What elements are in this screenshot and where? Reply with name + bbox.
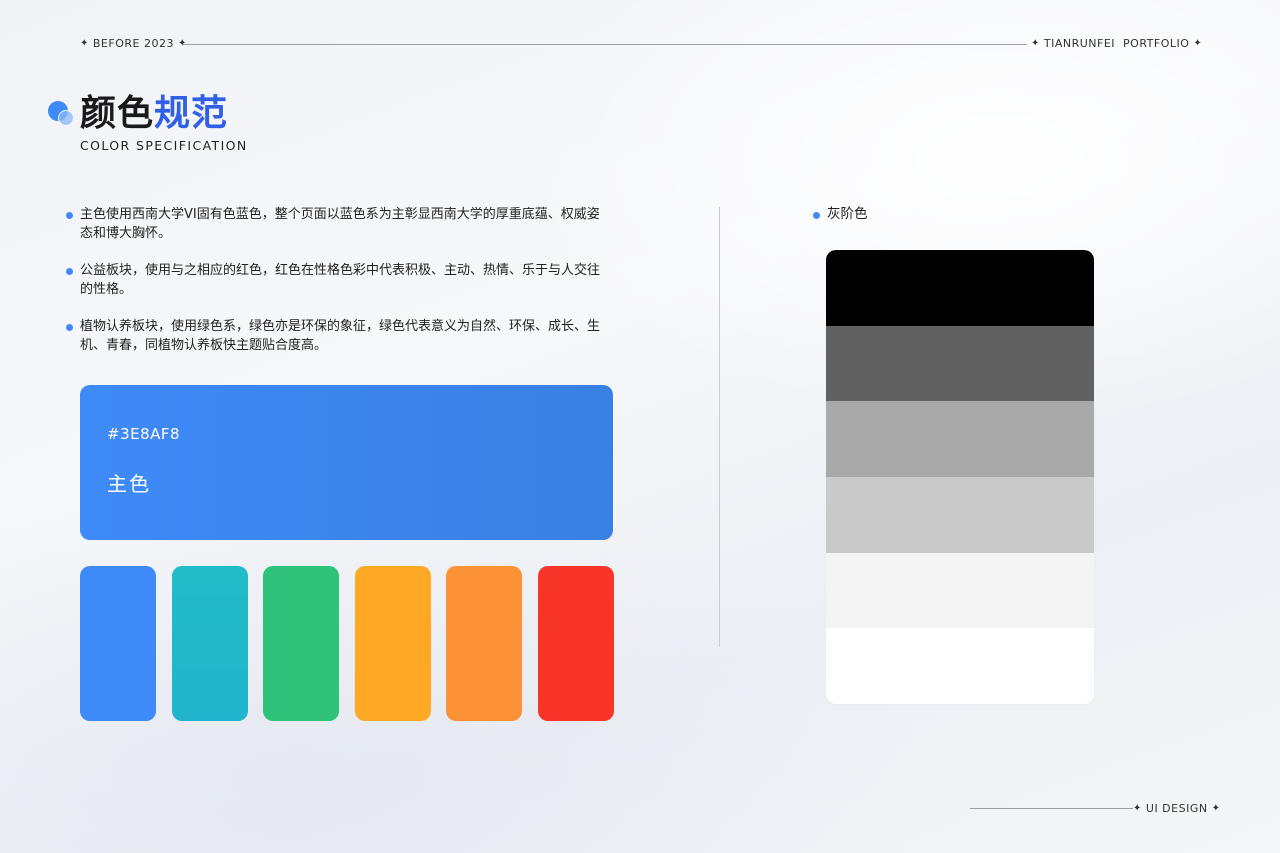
bullet-dot-icon <box>66 324 73 331</box>
vertical-divider <box>719 207 720 647</box>
bullet-text: 植物认养板块，使用绿色系，绿色亦是环保的象征，绿色代表意义为自然、环保、成长、生… <box>80 319 601 353</box>
star-icon: ✦ <box>1211 803 1221 814</box>
bullet-item: 主色使用西南大学VI固有色蓝色，整个页面以蓝色系为主彰显西南大学的厚重底蕴、权威… <box>66 205 606 243</box>
color-swatch <box>171 566 248 721</box>
bullet-item: 公益板块，使用与之相应的红色，红色在性格色彩中代表积极、主动、热情、乐于与人交往… <box>66 261 606 299</box>
color-swatch <box>537 566 614 721</box>
color-swatch <box>263 566 339 721</box>
page-title: 颜色规范 <box>80 96 228 132</box>
header-left-label: ✦ BEFORE 2023 ✦ <box>80 37 187 50</box>
gray-step <box>826 552 1094 629</box>
star-icon: ✦ <box>1193 38 1203 49</box>
page-title-part2: 规范 <box>154 93 229 134</box>
grayscale-palette <box>826 250 1094 704</box>
title-dot-overlay-icon <box>58 110 74 126</box>
gray-step <box>826 401 1094 477</box>
header-left-text: BEFORE 2023 <box>92 37 174 50</box>
page-subtitle: COLOR SPECIFICATION <box>80 138 248 153</box>
gray-step <box>826 325 1094 402</box>
star-icon: ✦ <box>1031 38 1040 49</box>
color-swatch <box>80 566 156 721</box>
main-color-hex: #3E8AF8 <box>107 425 181 443</box>
bullet-text: 公益板块，使用与之相应的红色，红色在性格色彩中代表积极、主动、热情、乐于与人交往… <box>80 263 601 297</box>
color-swatch <box>354 566 431 721</box>
page-title-part1: 颜色 <box>80 93 155 134</box>
main-color-name: 主色 <box>107 472 151 496</box>
footer-text: UI DESIGN <box>1145 802 1208 815</box>
header-right-label: ✦ TIANRUNFEI PORTFOLIO ✦ <box>1031 37 1202 50</box>
color-swatch <box>446 566 522 721</box>
footer-label: ✦ UI DESIGN ✦ <box>1133 802 1220 815</box>
main-color-card: #3E8AF8 主色 <box>80 385 613 540</box>
grayscale-label-item: 灰阶色 <box>813 205 1013 224</box>
bullet-item: 植物认养板块，使用绿色系，绿色亦是环保的象征，绿色代表意义为自然、环保、成长、生… <box>66 317 606 355</box>
footer-rule <box>970 808 1133 809</box>
bullet-dot-icon <box>66 268 73 275</box>
star-icon: ✦ <box>1133 803 1142 814</box>
gray-step <box>826 628 1094 704</box>
star-icon: ✦ <box>80 38 89 49</box>
header-right-text: TIANRUNFEI PORTFOLIO <box>1043 37 1190 50</box>
gray-step <box>826 476 1094 553</box>
gray-step <box>826 250 1094 326</box>
header-rule <box>183 44 1027 45</box>
grayscale-label: 灰阶色 <box>827 206 868 222</box>
bullet-dot-icon <box>66 212 73 219</box>
bullet-text: 主色使用西南大学VI固有色蓝色，整个页面以蓝色系为主彰显西南大学的厚重底蕴、权威… <box>80 207 600 241</box>
bullet-dot-icon <box>813 212 820 219</box>
